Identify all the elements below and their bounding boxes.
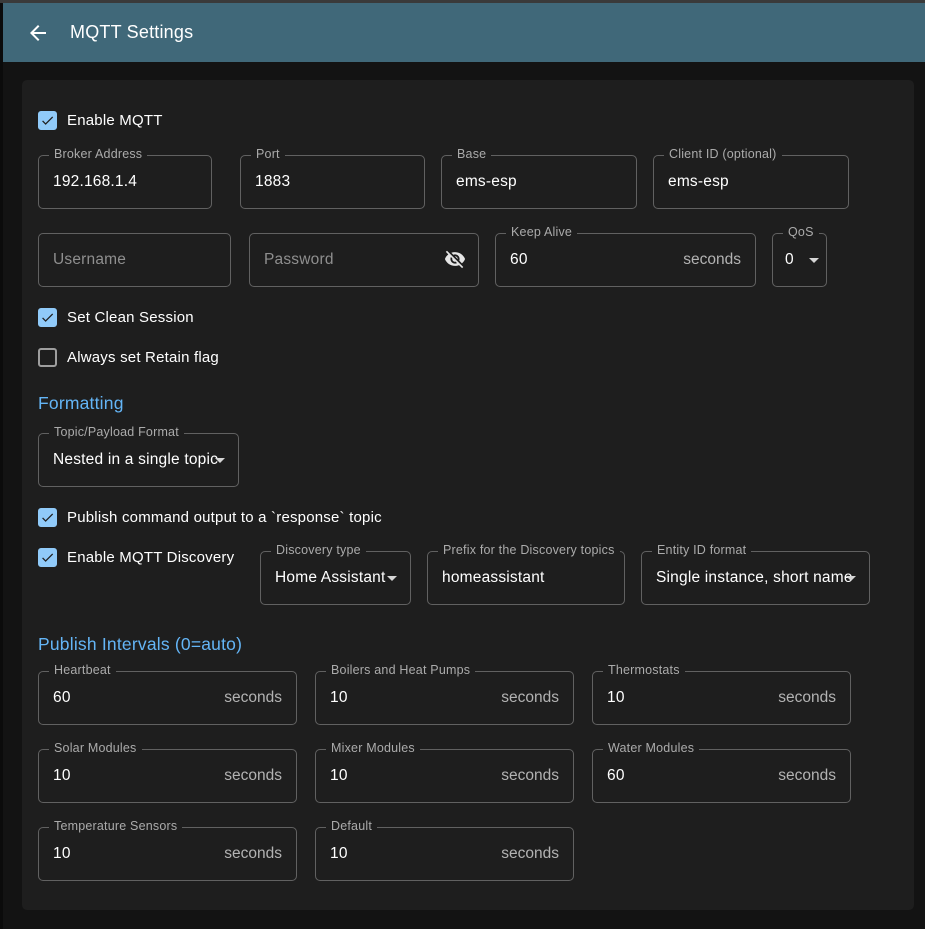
dropdown-arrow-icon bbox=[839, 566, 863, 590]
interval-value: 10 bbox=[607, 689, 625, 707]
clean-session-checkbox-row[interactable]: Set Clean Session bbox=[38, 305, 898, 329]
entity-format-value: Single instance, short name bbox=[656, 569, 853, 587]
interval-value: 10 bbox=[330, 689, 348, 707]
toggle-password-visibility-button[interactable] bbox=[444, 248, 468, 272]
broker-address-value: 192.168.1.4 bbox=[53, 173, 137, 191]
interval-suffix: seconds bbox=[778, 689, 836, 707]
entity-format-select[interactable]: Entity ID format Single instance, short … bbox=[641, 551, 870, 605]
page-title: MQTT Settings bbox=[70, 22, 193, 43]
water-interval-field[interactable]: Water Modules 60 seconds bbox=[592, 749, 851, 803]
interval-label: Temperature Sensors bbox=[49, 819, 182, 833]
default-interval-field[interactable]: Default 10 seconds bbox=[315, 827, 574, 881]
app-header: MQTT Settings bbox=[0, 3, 925, 62]
publish-intervals-grid: Heartbeat 60 seconds Boilers and Heat Pu… bbox=[38, 671, 898, 881]
keep-alive-suffix: seconds bbox=[683, 251, 741, 269]
thermostats-interval-field[interactable]: Thermostats 10 seconds bbox=[592, 671, 851, 725]
mixer-interval-field[interactable]: Mixer Modules 10 seconds bbox=[315, 749, 574, 803]
interval-suffix: seconds bbox=[501, 689, 559, 707]
keep-alive-label: Keep Alive bbox=[506, 225, 577, 239]
interval-label: Water Modules bbox=[603, 741, 699, 755]
keep-alive-value: 60 bbox=[510, 251, 528, 269]
interval-suffix: seconds bbox=[224, 845, 282, 863]
topic-format-select[interactable]: Topic/Payload Format Nested in a single … bbox=[38, 433, 239, 487]
port-label: Port bbox=[251, 147, 285, 161]
username-field[interactable]: Username bbox=[38, 233, 231, 287]
password-field[interactable]: Password bbox=[249, 233, 479, 287]
topic-format-label: Topic/Payload Format bbox=[49, 425, 184, 439]
qos-label: QoS bbox=[783, 225, 819, 239]
temperature-interval-field[interactable]: Temperature Sensors 10 seconds bbox=[38, 827, 297, 881]
username-placeholder: Username bbox=[53, 251, 126, 269]
discovery-type-value: Home Assistant bbox=[275, 569, 385, 587]
port-value: 1883 bbox=[255, 173, 290, 191]
base-label: Base bbox=[452, 147, 491, 161]
interval-label: Mixer Modules bbox=[326, 741, 420, 755]
interval-suffix: seconds bbox=[778, 767, 836, 785]
interval-value: 10 bbox=[53, 767, 71, 785]
checkbox-icon[interactable] bbox=[38, 548, 57, 567]
heartbeat-interval-field[interactable]: Heartbeat 60 seconds bbox=[38, 671, 297, 725]
interval-suffix: seconds bbox=[224, 689, 282, 707]
publish-response-label: Publish command output to a `response` t… bbox=[67, 509, 382, 526]
password-placeholder: Password bbox=[264, 251, 334, 269]
dropdown-arrow-icon bbox=[802, 248, 826, 272]
enable-mqtt-label: Enable MQTT bbox=[67, 112, 163, 129]
arrow-back-icon bbox=[26, 21, 50, 45]
client-id-field[interactable]: Client ID (optional) ems-esp bbox=[653, 155, 849, 209]
port-field[interactable]: Port 1883 bbox=[240, 155, 425, 209]
interval-suffix: seconds bbox=[224, 767, 282, 785]
broker-address-field[interactable]: Broker Address 192.168.1.4 bbox=[38, 155, 212, 209]
formatting-heading: Formatting bbox=[38, 393, 898, 414]
keep-alive-field[interactable]: Keep Alive 60 seconds bbox=[495, 233, 756, 287]
interval-value: 60 bbox=[607, 767, 625, 785]
interval-label: Thermostats bbox=[603, 663, 685, 677]
qos-select[interactable]: QoS 0 bbox=[772, 233, 827, 287]
broker-address-label: Broker Address bbox=[49, 147, 147, 161]
interval-value: 10 bbox=[330, 845, 348, 863]
retain-flag-label: Always set Retain flag bbox=[67, 349, 219, 366]
interval-value: 10 bbox=[330, 767, 348, 785]
retain-flag-checkbox-row[interactable]: Always set Retain flag bbox=[38, 345, 898, 369]
interval-label: Solar Modules bbox=[49, 741, 142, 755]
boilers-interval-field[interactable]: Boilers and Heat Pumps 10 seconds bbox=[315, 671, 574, 725]
discovery-prefix-field[interactable]: Prefix for the Discovery topics homeassi… bbox=[427, 551, 625, 605]
client-id-label: Client ID (optional) bbox=[664, 147, 782, 161]
publish-intervals-heading: Publish Intervals (0=auto) bbox=[38, 634, 898, 655]
checkbox-icon[interactable] bbox=[38, 348, 57, 367]
checkbox-icon[interactable] bbox=[38, 508, 57, 527]
discovery-type-label: Discovery type bbox=[271, 543, 366, 557]
entity-format-label: Entity ID format bbox=[652, 543, 751, 557]
interval-label: Heartbeat bbox=[49, 663, 116, 677]
interval-value: 10 bbox=[53, 845, 71, 863]
interval-label: Default bbox=[326, 819, 377, 833]
base-value: ems-esp bbox=[456, 173, 517, 191]
discovery-prefix-label: Prefix for the Discovery topics bbox=[438, 543, 620, 557]
enable-discovery-label: Enable MQTT Discovery bbox=[67, 549, 234, 566]
interval-suffix: seconds bbox=[501, 767, 559, 785]
window-left-strip bbox=[0, 3, 3, 929]
enable-discovery-checkbox-row[interactable]: Enable MQTT Discovery bbox=[38, 545, 260, 569]
client-id-value: ems-esp bbox=[668, 173, 729, 191]
back-button[interactable] bbox=[26, 21, 50, 45]
enable-mqtt-checkbox-row[interactable]: Enable MQTT bbox=[38, 108, 898, 132]
interval-suffix: seconds bbox=[501, 845, 559, 863]
checkbox-icon[interactable] bbox=[38, 308, 57, 327]
topic-format-value: Nested in a single topic bbox=[53, 451, 218, 469]
checkbox-icon[interactable] bbox=[38, 111, 57, 130]
discovery-type-select[interactable]: Discovery type Home Assistant bbox=[260, 551, 411, 605]
publish-response-checkbox-row[interactable]: Publish command output to a `response` t… bbox=[38, 505, 898, 529]
interval-label: Boilers and Heat Pumps bbox=[326, 663, 475, 677]
solar-interval-field[interactable]: Solar Modules 10 seconds bbox=[38, 749, 297, 803]
qos-value: 0 bbox=[785, 251, 794, 269]
dropdown-arrow-icon bbox=[208, 448, 232, 472]
clean-session-label: Set Clean Session bbox=[67, 309, 194, 326]
base-field[interactable]: Base ems-esp bbox=[441, 155, 637, 209]
discovery-prefix-value: homeassistant bbox=[442, 569, 545, 587]
dropdown-arrow-icon bbox=[380, 566, 404, 590]
settings-panel: Enable MQTT Broker Address 192.168.1.4 P… bbox=[22, 80, 914, 910]
visibility-off-icon bbox=[444, 248, 466, 270]
interval-value: 60 bbox=[53, 689, 71, 707]
